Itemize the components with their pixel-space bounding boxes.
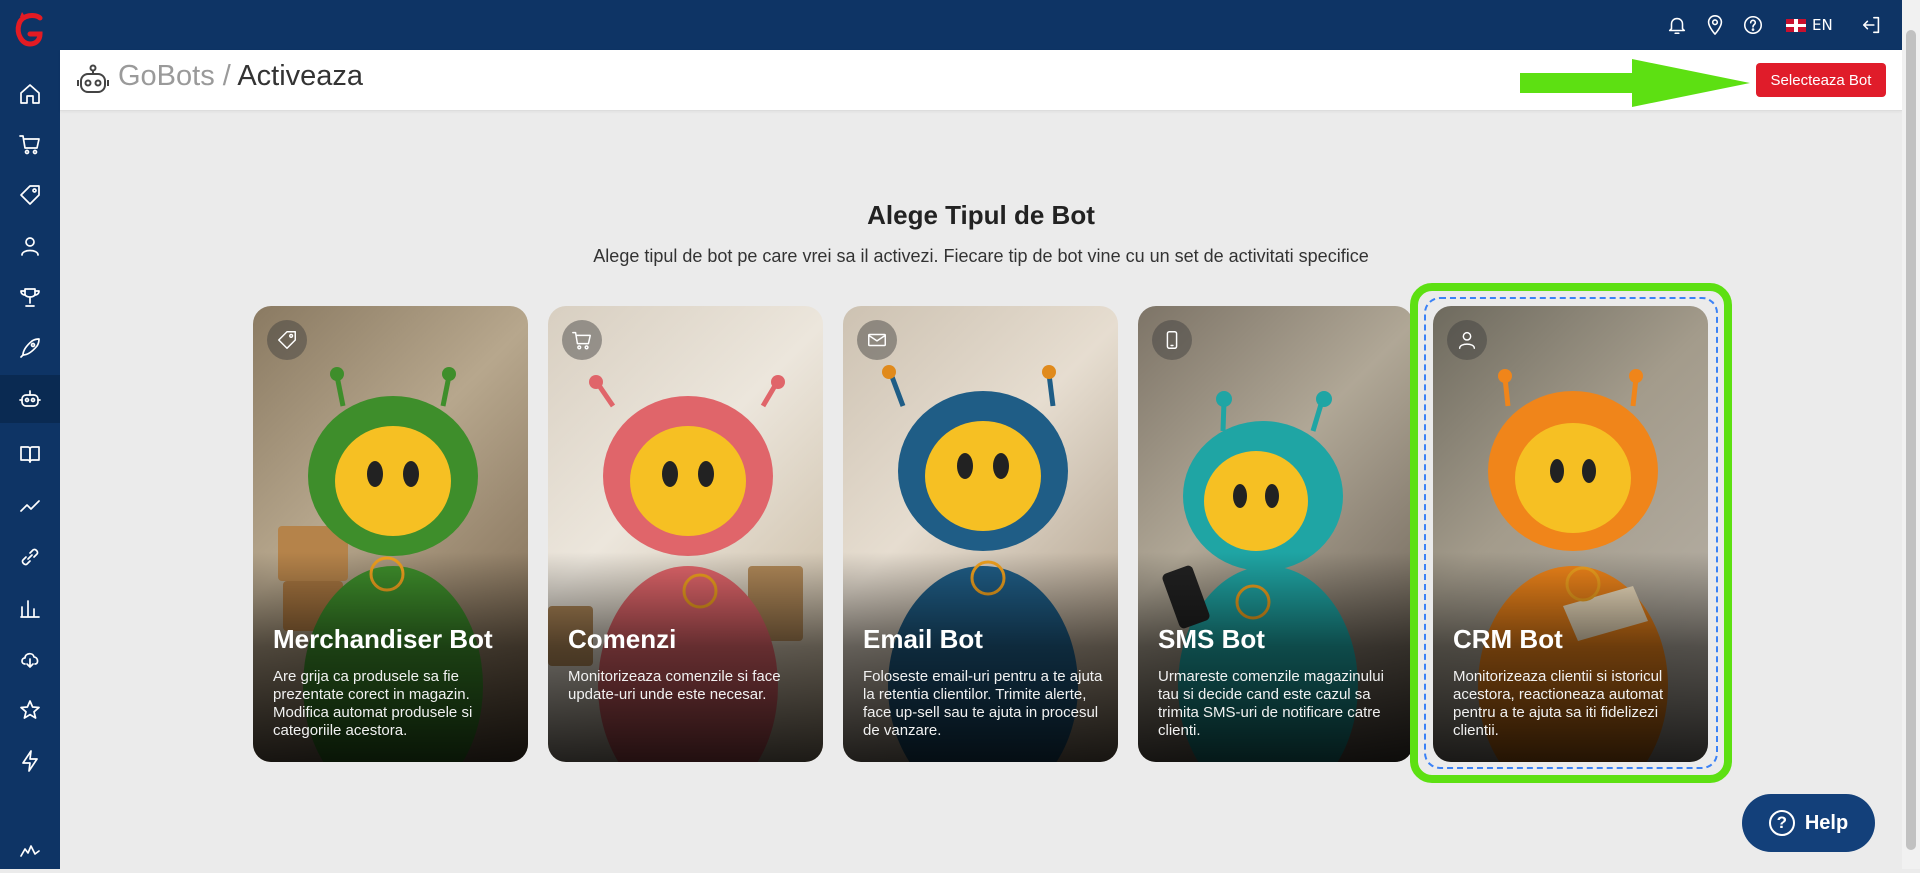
notifications-button[interactable] (1664, 12, 1690, 38)
nav-activity[interactable] (0, 825, 60, 873)
nav-favorites[interactable] (0, 686, 60, 734)
link-icon (21, 548, 39, 566)
card-title: SMS Bot (1158, 624, 1265, 654)
bot-card-merchandiser[interactable]: Merchandiser Bot Are grija ca produsele … (253, 306, 528, 762)
language-code: EN (1812, 16, 1833, 34)
question-circle-icon (1743, 15, 1763, 35)
page-scrollbar[interactable] (1902, 0, 1920, 869)
nav-automation[interactable] (0, 737, 60, 785)
nav-reports[interactable] (0, 482, 60, 530)
card-icon (267, 320, 307, 360)
nav-import[interactable] (0, 635, 60, 683)
card-shade (548, 552, 823, 762)
green-arrow-annotation (1520, 59, 1750, 107)
nav-customers[interactable] (0, 222, 60, 270)
users-icon (21, 237, 39, 256)
trophy-icon (20, 288, 40, 307)
lightning-icon (22, 750, 38, 772)
card-description: Urmareste comenzile magazinului tau si d… (1158, 668, 1384, 739)
book-icon (20, 446, 40, 463)
rocket-icon (20, 338, 40, 358)
card-description: Monitorizeaza comenzile si face update-u… (568, 668, 781, 703)
card-description: Are grija ca produsele sa fie prezentate… (273, 668, 473, 739)
card-icon (857, 320, 897, 360)
help-label: Help (1804, 811, 1849, 834)
breadcrumb-separator: / (222, 60, 231, 92)
robot-icon (19, 390, 41, 407)
sidebar (0, 0, 60, 869)
bell-icon (1668, 17, 1686, 35)
cart-icon (572, 331, 591, 350)
phone-icon (1166, 331, 1178, 349)
nav-orders[interactable] (0, 120, 60, 168)
nav-gobots[interactable] (0, 375, 60, 423)
card-title: Merchandiser Bot (273, 624, 493, 654)
gomag-logo[interactable] (12, 10, 48, 50)
location-button[interactable] (1702, 12, 1728, 38)
cart-icon (19, 135, 40, 155)
uk-flag-icon (1786, 18, 1806, 32)
card-title: Email Bot (863, 624, 983, 654)
card-icon (562, 320, 602, 360)
nav-statistics[interactable] (0, 584, 60, 632)
card-icon (1152, 320, 1192, 360)
card-description: Foloseste email-uri pentru a te ajuta la… (863, 668, 1103, 739)
logout-button[interactable] (1859, 12, 1885, 38)
nav-products[interactable] (0, 171, 60, 219)
robot-icon (77, 64, 109, 93)
breadcrumb-current: Activeaza (237, 60, 364, 92)
bot-card-sms[interactable]: SMS Bot Urmareste comenzile magazinului … (1138, 306, 1413, 762)
nav-marketing[interactable] (0, 324, 60, 372)
help-center-button[interactable] (1740, 12, 1766, 38)
bot-card-comenzi[interactable]: Comenzi Monitorizeaza comenzile si face … (548, 306, 823, 762)
star-icon (20, 700, 40, 719)
activity-icon (20, 845, 40, 857)
nav-loyalty[interactable] (0, 273, 60, 321)
logout-icon (1862, 16, 1880, 34)
page-subtitle: Alege tipul de bot pe care vrei sa il ac… (593, 246, 1369, 266)
breadcrumb-root[interactable]: GoBots (118, 60, 215, 92)
scrollbar-thumb[interactable] (1906, 30, 1916, 850)
nav-content[interactable] (0, 430, 60, 478)
mail-icon (868, 333, 886, 347)
home-icon (20, 84, 40, 104)
location-pin-icon (1707, 15, 1723, 35)
selected-card-dashed-outline (1424, 297, 1718, 769)
nav-integrations[interactable] (0, 533, 60, 581)
bot-card-email[interactable]: Email Bot Foloseste email-uri pentru a t… (843, 306, 1118, 762)
breadcrumb: GoBots / Activeaza (118, 60, 363, 93)
tag-icon (20, 185, 40, 205)
help-button[interactable]: ? Help (1742, 794, 1875, 852)
page-title: Alege Tipul de Bot (867, 200, 1095, 230)
card-title: Comenzi (568, 624, 677, 654)
select-bot-button[interactable]: Selecteaza Bot (1756, 63, 1886, 97)
question-icon: ? (1768, 810, 1795, 836)
tag-icon (278, 331, 296, 349)
language-selector[interactable]: EN (1786, 13, 1833, 37)
cloud-download-icon (21, 652, 39, 668)
trend-icon (20, 500, 40, 512)
top-bar (60, 0, 1902, 50)
bar-chart-icon (20, 600, 40, 618)
nav-home[interactable] (0, 70, 60, 118)
